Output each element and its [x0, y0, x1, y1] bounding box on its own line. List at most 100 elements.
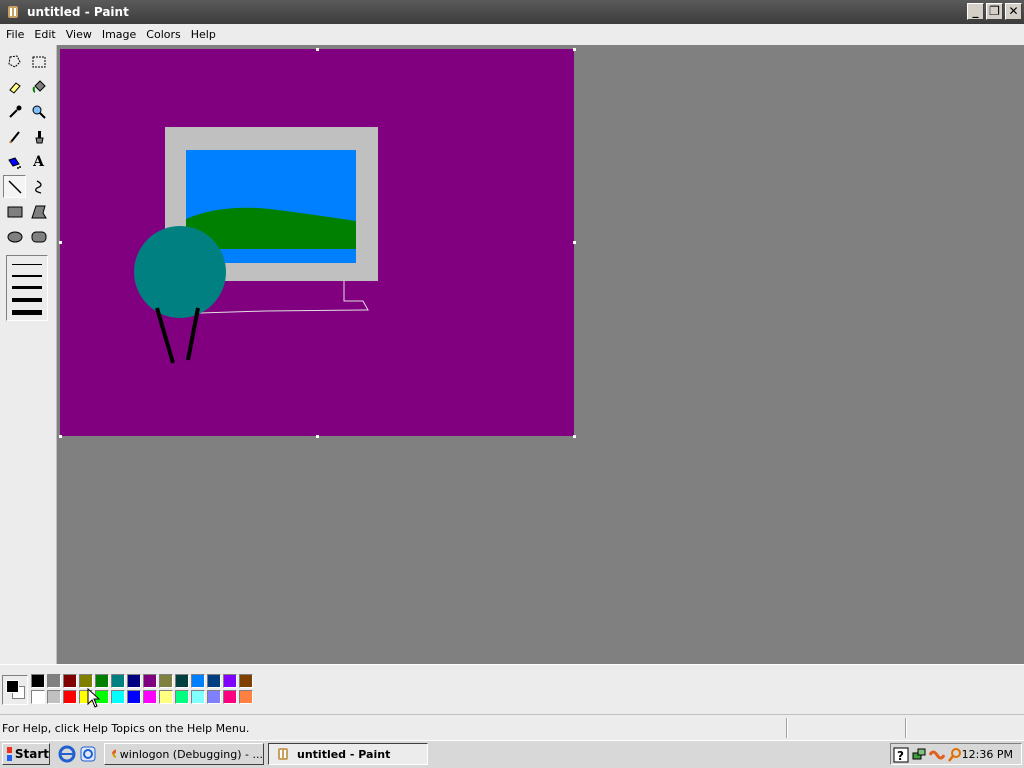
tool-free-form-select[interactable]	[3, 50, 26, 73]
foreground-color	[6, 680, 19, 693]
teal-circle	[134, 226, 226, 318]
tool-polygon[interactable]	[27, 200, 50, 223]
search-tray-icon[interactable]	[947, 747, 963, 763]
resize-handle-tr[interactable]	[573, 48, 576, 51]
line-icon	[7, 179, 22, 194]
taskbar: Start winlogon (Debugging) - ... untitle…	[0, 740, 1024, 768]
palette-swatch-bottom-9[interactable]	[175, 690, 189, 704]
airbrush-icon	[7, 156, 21, 169]
explorer-icon[interactable]	[79, 745, 97, 763]
line-width-2[interactable]	[12, 275, 42, 277]
rounded-rect-icon	[31, 231, 46, 242]
start-button[interactable]: Start	[2, 743, 50, 765]
resize-handle-ml[interactable]	[59, 241, 62, 244]
palette-swatch-bottom-13[interactable]	[239, 690, 253, 704]
line-width-3[interactable]	[12, 286, 42, 289]
menu-colors[interactable]: Colors	[142, 28, 184, 41]
minimize-icon[interactable]: _	[967, 3, 984, 20]
palette-swatch-top-6[interactable]	[127, 674, 141, 688]
resize-handle-mid-top[interactable]	[316, 48, 319, 51]
palette-swatch-bottom-2[interactable]	[63, 690, 77, 704]
tool-select[interactable]	[27, 50, 50, 73]
rect-select-icon	[32, 56, 45, 67]
palette-swatch-top-9[interactable]	[175, 674, 189, 688]
resize-handle-bm[interactable]	[316, 435, 319, 438]
tool-eraser[interactable]	[3, 75, 26, 98]
tool-curve[interactable]	[27, 175, 50, 198]
line-width-1[interactable]	[12, 264, 42, 265]
menu-bar: File Edit View Image Colors Help	[0, 24, 1024, 45]
windows-logo-icon	[7, 747, 12, 761]
palette-swatch-top-0[interactable]	[31, 674, 45, 688]
tool-line[interactable]	[3, 175, 26, 198]
line-width-4[interactable]	[12, 298, 42, 302]
palette-swatch-bottom-0[interactable]	[31, 690, 45, 704]
palette-swatch-bottom-8[interactable]	[159, 690, 173, 704]
palette-swatch-bottom-6[interactable]	[127, 690, 141, 704]
magnifier-icon	[32, 105, 46, 119]
tool-ellipse[interactable]	[3, 225, 26, 248]
palette-swatch-bottom-7[interactable]	[143, 690, 157, 704]
restore-icon[interactable]: ❐	[986, 3, 1003, 20]
palette-swatch-top-3[interactable]	[79, 674, 93, 688]
eraser-icon	[8, 81, 21, 94]
start-label: Start	[14, 747, 49, 761]
palette-swatch-bottom-10[interactable]	[191, 690, 205, 704]
paint-icon	[8, 6, 18, 18]
window-title: untitled - Paint	[27, 5, 129, 19]
status-separator	[905, 718, 907, 738]
task-paint[interactable]: untitled - Paint	[268, 743, 428, 765]
palette-swatch-top-5[interactable]	[111, 674, 125, 688]
drawing-canvas[interactable]	[60, 49, 574, 436]
palette-swatch-bottom-1[interactable]	[47, 690, 61, 704]
palette-swatch-bottom-11[interactable]	[207, 690, 221, 704]
curve-icon	[34, 179, 42, 194]
resize-handle-bl[interactable]	[59, 435, 62, 438]
menu-help[interactable]: Help	[187, 28, 220, 41]
palette-swatch-top-4[interactable]	[95, 674, 109, 688]
palette-swatch-top-10[interactable]	[191, 674, 205, 688]
menu-image[interactable]: Image	[98, 28, 140, 41]
color-palette-bar	[0, 664, 1024, 714]
mouse-cursor-icon	[87, 688, 101, 708]
tool-pick-color[interactable]	[3, 100, 26, 123]
resize-handle-br[interactable]	[573, 435, 576, 438]
tool-pencil[interactable]	[3, 125, 26, 148]
tool-airbrush[interactable]	[3, 150, 26, 173]
close-icon[interactable]: ✕	[1005, 3, 1022, 20]
tool-rectangle[interactable]	[3, 200, 26, 223]
system-tray: ? 12:36 PM	[890, 743, 1022, 765]
palette-swatch-top-11[interactable]	[207, 674, 221, 688]
palette-swatch-top-2[interactable]	[63, 674, 77, 688]
status-separator	[786, 718, 788, 738]
line-width-5[interactable]	[12, 310, 42, 315]
tool-rounded-rectangle[interactable]	[27, 225, 50, 248]
tool-brush[interactable]	[27, 125, 50, 148]
text-icon[interactable]: A	[27, 150, 50, 173]
palette-swatch-top-8[interactable]	[159, 674, 173, 688]
title-bar[interactable]: untitled - Paint _ ❐ ✕	[0, 0, 1024, 24]
palette-swatch-top-12[interactable]	[223, 674, 237, 688]
ie-icon[interactable]	[58, 745, 76, 763]
line-width-selector[interactable]	[6, 255, 48, 321]
eyedropper-icon	[8, 105, 21, 118]
tool-box: A	[0, 45, 57, 664]
network-icon[interactable]	[911, 747, 927, 763]
current-colors[interactable]	[2, 675, 28, 705]
brush-icon	[34, 130, 44, 143]
menu-file[interactable]: File	[2, 28, 28, 41]
help-icon[interactable]: ?	[893, 747, 909, 763]
task-label: untitled - Paint	[297, 747, 391, 761]
palette-swatch-top-1[interactable]	[47, 674, 61, 688]
resize-handle-mr[interactable]	[573, 241, 576, 244]
menu-view[interactable]: View	[62, 28, 96, 41]
menu-edit[interactable]: Edit	[30, 28, 59, 41]
tool-magnifier[interactable]	[27, 100, 50, 123]
palette-swatch-top-13[interactable]	[239, 674, 253, 688]
palette-swatch-top-7[interactable]	[143, 674, 157, 688]
task-winlogon-debugging[interactable]: winlogon (Debugging) - ...	[104, 743, 264, 765]
palette-swatch-bottom-12[interactable]	[223, 690, 237, 704]
debugger-tray-icon[interactable]	[929, 747, 945, 763]
palette-swatch-bottom-5[interactable]	[111, 690, 125, 704]
tool-fill[interactable]	[27, 75, 50, 98]
